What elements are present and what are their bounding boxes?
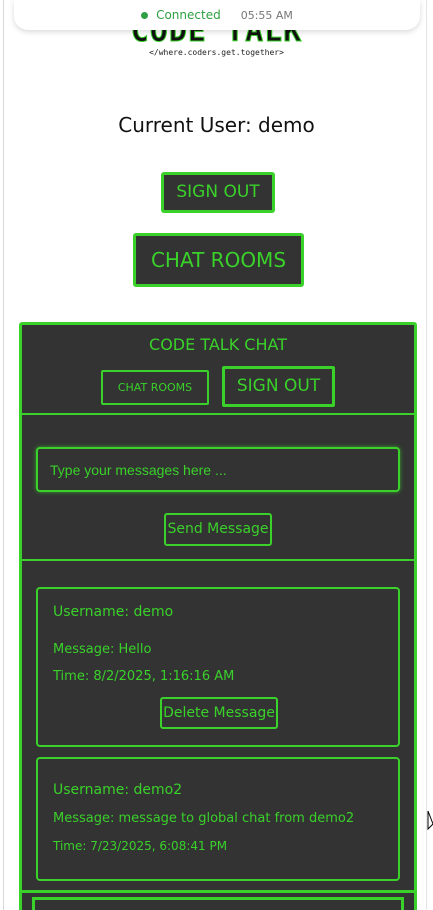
connected-dot-icon [141,11,149,19]
message-text: Message: Hello [53,642,152,657]
message-card-partial [32,897,404,910]
message-time: Time: 7/23/2025, 6:08:41 PM [53,839,228,853]
chat-header: CODE TALK CHAT CHAT ROOMS SIGN OUT [22,325,414,415]
chat-header-signout-button[interactable]: SIGN OUT [222,366,335,407]
logo-tagline: </where.coders.get.together> [149,48,284,57]
current-user-label: Current User: demo [118,113,315,137]
message-time: Time: 8/2/2025, 1:16:16 AM [53,669,235,684]
mouse-cursor-icon [427,810,433,831]
sign-out-button[interactable]: SIGN OUT [161,172,275,213]
message-username: Username: demo2 [53,782,183,798]
chat-title: CODE TALK CHAT [149,335,287,354]
chat-panel: CODE TALK CHAT CHAT ROOMS SIGN OUT Send … [19,322,417,910]
message-input[interactable] [36,447,400,492]
section-divider [22,890,414,893]
connection-status-text: Connected [156,8,221,22]
delete-message-button[interactable]: Delete Message [160,697,278,729]
chat-rooms-button[interactable]: CHAT ROOMS [133,233,304,287]
status-time: 05:55 AM [240,8,293,22]
message-card: Username: demo Message: Hello Time: 8/2/… [36,587,400,747]
message-compose-area: Send Message [22,417,414,561]
message-text: Message: message to global chat from dem… [53,811,355,826]
chat-header-rooms-button[interactable]: CHAT ROOMS [101,370,209,405]
message-username: Username: demo [53,604,174,620]
send-message-button[interactable]: Send Message [164,513,272,546]
message-card: Username: demo2 Message: message to glob… [36,757,400,881]
connection-status-bar: Connected 05:55 AM [14,0,420,30]
